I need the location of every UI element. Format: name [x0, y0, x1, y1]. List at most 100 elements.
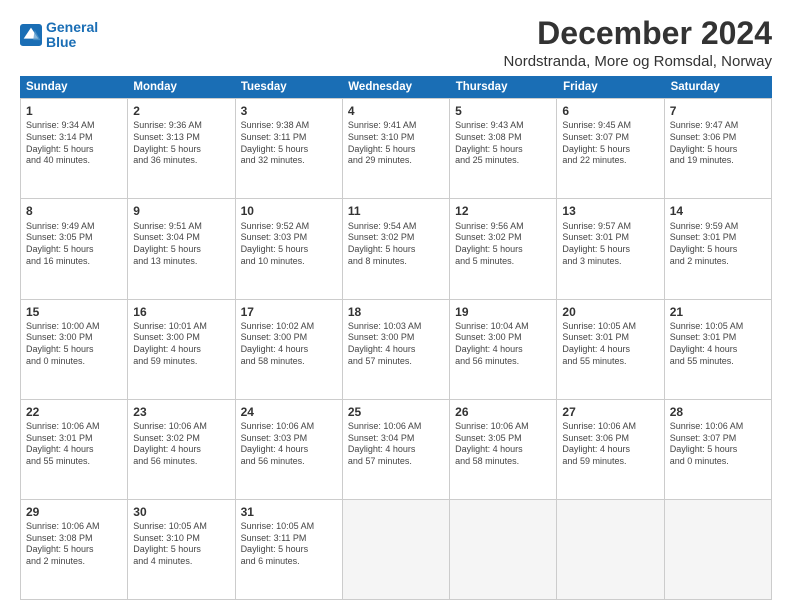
- day-info: Sunrise: 9:54 AM Sunset: 3:02 PM Dayligh…: [348, 221, 444, 268]
- day-number: 2: [133, 103, 229, 119]
- day-cell-15: 15Sunrise: 10:00 AM Sunset: 3:00 PM Dayl…: [21, 300, 128, 399]
- day-header-friday: Friday: [557, 76, 664, 98]
- day-info: Sunrise: 10:01 AM Sunset: 3:00 PM Daylig…: [133, 321, 229, 368]
- logo-line2: Blue: [46, 34, 76, 50]
- day-number: 26: [455, 404, 551, 420]
- day-header-saturday: Saturday: [665, 76, 772, 98]
- day-info: Sunrise: 9:38 AM Sunset: 3:11 PM Dayligh…: [241, 120, 337, 167]
- logo-line1: General: [46, 19, 98, 35]
- day-number: 18: [348, 304, 444, 320]
- header: General Blue December 2024 Nordstranda, …: [20, 16, 772, 70]
- calendar-week-5: 29Sunrise: 10:06 AM Sunset: 3:08 PM Dayl…: [20, 499, 772, 600]
- day-info: Sunrise: 9:56 AM Sunset: 3:02 PM Dayligh…: [455, 221, 551, 268]
- day-number: 22: [26, 404, 122, 420]
- day-number: 9: [133, 203, 229, 219]
- day-cell-20: 20Sunrise: 10:05 AM Sunset: 3:01 PM Dayl…: [557, 300, 664, 399]
- main-title: December 2024: [504, 16, 772, 51]
- day-info: Sunrise: 10:06 AM Sunset: 3:02 PM Daylig…: [133, 421, 229, 468]
- day-number: 17: [241, 304, 337, 320]
- subtitle: Nordstranda, More og Romsdal, Norway: [504, 53, 772, 70]
- day-number: 24: [241, 404, 337, 420]
- day-info: Sunrise: 10:05 AM Sunset: 3:01 PM Daylig…: [670, 321, 766, 368]
- day-number: 5: [455, 103, 551, 119]
- day-cell-19: 19Sunrise: 10:04 AM Sunset: 3:00 PM Dayl…: [450, 300, 557, 399]
- calendar-body: 1Sunrise: 9:34 AM Sunset: 3:14 PM Daylig…: [20, 98, 772, 600]
- day-info: Sunrise: 9:34 AM Sunset: 3:14 PM Dayligh…: [26, 120, 122, 167]
- day-cell-26: 26Sunrise: 10:06 AM Sunset: 3:05 PM Dayl…: [450, 400, 557, 499]
- day-cell-9: 9 Sunrise: 9:51 AM Sunset: 3:04 PM Daylig…: [128, 199, 235, 298]
- day-number: 20: [562, 304, 658, 320]
- day-cell-6: 6Sunrise: 9:45 AM Sunset: 3:07 PM Daylig…: [557, 99, 664, 198]
- calendar-header: SundayMondayTuesdayWednesdayThursdayFrid…: [20, 76, 772, 98]
- day-cell-31: 31Sunrise: 10:05 AM Sunset: 3:11 PM Dayl…: [236, 500, 343, 599]
- day-cell-8: 8 Sunrise: 9:49 AM Sunset: 3:05 PM Daylig…: [21, 199, 128, 298]
- calendar: SundayMondayTuesdayWednesdayThursdayFrid…: [20, 76, 772, 600]
- day-number: 21: [670, 304, 766, 320]
- day-cell-12: 12 Sunrise: 9:56 AM Sunset: 3:02 PM Dayli…: [450, 199, 557, 298]
- day-cell-11: 11Sunrise: 9:54 AM Sunset: 3:02 PM Dayli…: [343, 199, 450, 298]
- calendar-week-4: 22Sunrise: 10:06 AM Sunset: 3:01 PM Dayl…: [20, 399, 772, 499]
- day-number: 25: [348, 404, 444, 420]
- day-number: 16: [133, 304, 229, 320]
- day-cell-29: 29Sunrise: 10:06 AM Sunset: 3:08 PM Dayl…: [21, 500, 128, 599]
- day-cell-10: 10 Sunrise: 9:52 AM Sunset: 3:03 PM Dayli…: [236, 199, 343, 298]
- day-number: 12: [455, 203, 551, 219]
- day-number: 30: [133, 504, 229, 520]
- day-number: 4: [348, 103, 444, 119]
- day-info: Sunrise: 9:41 AM Sunset: 3:10 PM Dayligh…: [348, 120, 444, 167]
- day-number: 7: [670, 103, 766, 119]
- day-info: Sunrise: 9:51 AM Sunset: 3:04 PM Dayligh…: [133, 221, 229, 268]
- day-cell-7: 7Sunrise: 9:47 AM Sunset: 3:06 PM Daylig…: [665, 99, 772, 198]
- logo: General Blue: [20, 20, 98, 51]
- day-cell-23: 23Sunrise: 10:06 AM Sunset: 3:02 PM Dayl…: [128, 400, 235, 499]
- day-number: 10: [241, 203, 337, 219]
- day-number: 8: [26, 203, 122, 219]
- day-number: 28: [670, 404, 766, 420]
- day-info: Sunrise: 9:49 AM Sunset: 3:05 PM Dayligh…: [26, 221, 122, 268]
- calendar-week-2: 8 Sunrise: 9:49 AM Sunset: 3:05 PM Daylig…: [20, 198, 772, 298]
- day-info: Sunrise: 10:06 AM Sunset: 3:07 PM Daylig…: [670, 421, 766, 468]
- day-cell-14: 14Sunrise: 9:59 AM Sunset: 3:01 PM Dayli…: [665, 199, 772, 298]
- day-cell-4: 4Sunrise: 9:41 AM Sunset: 3:10 PM Daylig…: [343, 99, 450, 198]
- title-block: December 2024 Nordstranda, More og Romsd…: [504, 16, 772, 70]
- day-info: Sunrise: 10:06 AM Sunset: 3:03 PM Daylig…: [241, 421, 337, 468]
- day-cell-empty: [450, 500, 557, 599]
- logo-icon: [20, 24, 42, 46]
- day-info: Sunrise: 9:36 AM Sunset: 3:13 PM Dayligh…: [133, 120, 229, 167]
- logo-text: General Blue: [46, 20, 98, 51]
- calendar-week-1: 1Sunrise: 9:34 AM Sunset: 3:14 PM Daylig…: [20, 98, 772, 198]
- day-cell-empty: [665, 500, 772, 599]
- day-cell-22: 22Sunrise: 10:06 AM Sunset: 3:01 PM Dayl…: [21, 400, 128, 499]
- day-number: 19: [455, 304, 551, 320]
- day-info: Sunrise: 10:00 AM Sunset: 3:00 PM Daylig…: [26, 321, 122, 368]
- day-info: Sunrise: 9:47 AM Sunset: 3:06 PM Dayligh…: [670, 120, 766, 167]
- day-number: 27: [562, 404, 658, 420]
- day-info: Sunrise: 10:05 AM Sunset: 3:01 PM Daylig…: [562, 321, 658, 368]
- day-info: Sunrise: 10:06 AM Sunset: 3:04 PM Daylig…: [348, 421, 444, 468]
- day-cell-3: 3Sunrise: 9:38 AM Sunset: 3:11 PM Daylig…: [236, 99, 343, 198]
- day-info: Sunrise: 10:05 AM Sunset: 3:11 PM Daylig…: [241, 521, 337, 568]
- day-cell-18: 18Sunrise: 10:03 AM Sunset: 3:00 PM Dayl…: [343, 300, 450, 399]
- day-cell-2: 2Sunrise: 9:36 AM Sunset: 3:13 PM Daylig…: [128, 99, 235, 198]
- day-info: Sunrise: 10:05 AM Sunset: 3:10 PM Daylig…: [133, 521, 229, 568]
- day-number: 1: [26, 103, 122, 119]
- day-cell-30: 30Sunrise: 10:05 AM Sunset: 3:10 PM Dayl…: [128, 500, 235, 599]
- day-cell-5: 5Sunrise: 9:43 AM Sunset: 3:08 PM Daylig…: [450, 99, 557, 198]
- day-cell-1: 1Sunrise: 9:34 AM Sunset: 3:14 PM Daylig…: [21, 99, 128, 198]
- day-cell-24: 24Sunrise: 10:06 AM Sunset: 3:03 PM Dayl…: [236, 400, 343, 499]
- day-info: Sunrise: 10:06 AM Sunset: 3:06 PM Daylig…: [562, 421, 658, 468]
- day-number: 15: [26, 304, 122, 320]
- day-info: Sunrise: 10:03 AM Sunset: 3:00 PM Daylig…: [348, 321, 444, 368]
- day-info: Sunrise: 10:06 AM Sunset: 3:01 PM Daylig…: [26, 421, 122, 468]
- day-cell-13: 13Sunrise: 9:57 AM Sunset: 3:01 PM Dayli…: [557, 199, 664, 298]
- day-number: 29: [26, 504, 122, 520]
- day-header-wednesday: Wednesday: [342, 76, 449, 98]
- day-header-tuesday: Tuesday: [235, 76, 342, 98]
- day-cell-empty: [343, 500, 450, 599]
- day-info: Sunrise: 9:52 AM Sunset: 3:03 PM Dayligh…: [241, 221, 337, 268]
- day-header-sunday: Sunday: [20, 76, 127, 98]
- day-number: 31: [241, 504, 337, 520]
- day-cell-27: 27Sunrise: 10:06 AM Sunset: 3:06 PM Dayl…: [557, 400, 664, 499]
- day-info: Sunrise: 10:02 AM Sunset: 3:00 PM Daylig…: [241, 321, 337, 368]
- day-number: 6: [562, 103, 658, 119]
